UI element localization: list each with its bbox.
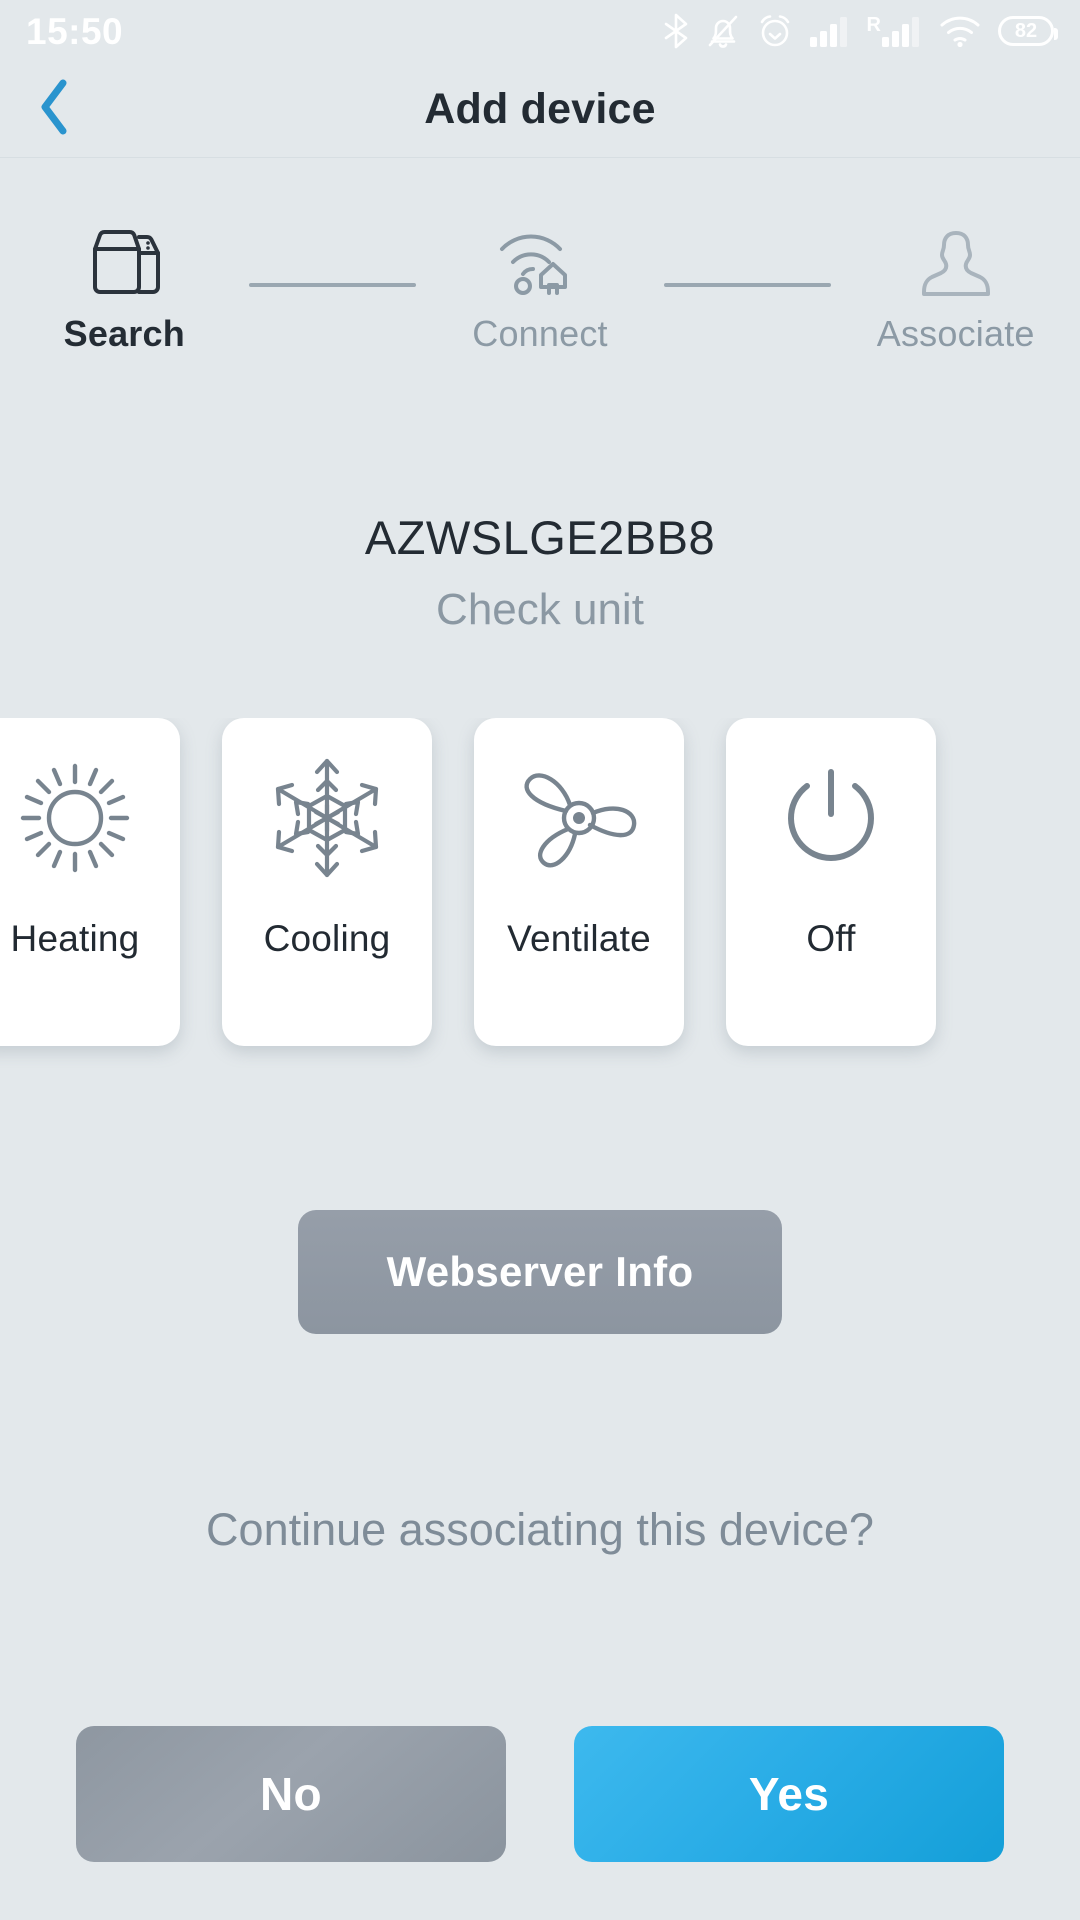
wifi-home-icon [494, 225, 586, 299]
stepper-connector-2 [664, 283, 832, 287]
status-time: 15:50 [26, 10, 124, 52]
battery-icon: 82 [998, 16, 1058, 46]
action-button-row: No Yes [0, 1726, 1080, 1862]
stepper-label-associate: Associate [876, 313, 1035, 354]
stepper-label-connect: Connect [472, 313, 608, 354]
box-archive-icon [84, 225, 164, 299]
stepper-label-search: Search [63, 313, 185, 354]
stepper-step-associate[interactable]: Associate [831, 225, 1080, 355]
roaming-label: R [866, 14, 881, 36]
stepper-connector-1 [248, 283, 416, 287]
mode-card-off[interactable]: Off [726, 718, 936, 1046]
wifi-icon [939, 15, 981, 47]
no-button[interactable]: No [76, 1726, 506, 1862]
app-header: Add device [0, 62, 1080, 158]
stepper-step-search[interactable]: Search [0, 225, 249, 355]
webserver-info-button[interactable]: Webserver Info [298, 1210, 782, 1334]
cellular-signal-icon [809, 15, 850, 47]
progress-stepper: Search Connect Associate [0, 225, 1080, 355]
roaming-signal-icon: R [867, 15, 922, 47]
status-bar: 15:50 R 82 [0, 0, 1080, 62]
association-question: Continue associating this device? [206, 1504, 874, 1555]
bell-muted-icon [706, 13, 740, 49]
device-status-text: Check unit [436, 585, 644, 634]
mode-card-ventilate[interactable]: Ventilate [474, 718, 684, 1046]
status-icon-tray: R 82 [663, 13, 1058, 49]
power-icon [775, 718, 887, 918]
yes-button[interactable]: Yes [574, 1726, 1004, 1862]
mode-label-ventilate: Ventilate [507, 918, 651, 959]
mode-card-cooling[interactable]: Cooling [222, 718, 432, 1046]
stepper-step-connect[interactable]: Connect [416, 225, 665, 355]
mode-card-heating[interactable]: Heating [0, 718, 180, 1046]
mode-label-heating: Heating [10, 918, 140, 959]
device-name: AZWSLGE2BB8 [364, 511, 716, 564]
mode-card-scroller[interactable]: Heating Cooling Ventilate Off [0, 718, 1080, 1068]
fan-icon [518, 718, 640, 918]
mode-card-list: Heating Cooling Ventilate Off [0, 718, 1080, 1046]
battery-level: 82 [1014, 20, 1038, 42]
sun-icon [15, 718, 135, 918]
person-icon [917, 225, 995, 299]
mode-label-cooling: Cooling [263, 918, 391, 959]
bluetooth-icon [663, 13, 689, 49]
snowflake-icon [268, 718, 386, 918]
page-title: Add device [424, 85, 656, 133]
alarm-clock-icon [757, 13, 793, 49]
mode-label-off: Off [806, 918, 856, 959]
